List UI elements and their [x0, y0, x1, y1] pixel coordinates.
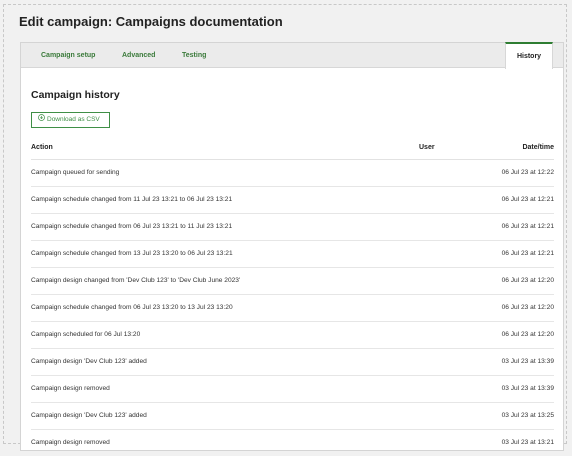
tab-testing[interactable]: Testing — [182, 43, 206, 68]
action-cell: Campaign schedule changed from 06 Jul 23… — [31, 304, 233, 311]
table-row: Campaign schedule changed from 06 Jul 23… — [31, 214, 554, 241]
datetime-cell: 06 Jul 23 at 12:22 — [501, 169, 554, 176]
table-row: Campaign design 'Dev Club 123' added 03 J… — [31, 349, 554, 376]
action-cell: Campaign design removed — [31, 439, 110, 446]
action-cell: Campaign design 'Dev Club 123' added — [31, 412, 147, 419]
action-cell: Campaign design changed from 'Dev Club 1… — [31, 277, 241, 284]
table-row: Campaign schedule changed from 13 Jul 23… — [31, 241, 554, 268]
history-table: Action User Date/time Campaign queued fo… — [31, 136, 554, 456]
download-circle-icon — [38, 113, 45, 127]
action-cell: Campaign schedule changed from 11 Jul 23… — [31, 196, 233, 203]
action-cell: Campaign design 'Dev Club 123' added — [31, 358, 147, 365]
table-header: Action User Date/time — [31, 136, 554, 160]
column-header-datetime: Date/time — [522, 144, 554, 151]
tab-history[interactable]: History — [505, 42, 553, 69]
action-cell: Campaign design removed — [31, 385, 110, 392]
action-cell: Campaign schedule changed from 13 Jul 23… — [31, 250, 233, 257]
table-row: Campaign queued for sending 06 Jul 23 at … — [31, 160, 554, 187]
datetime-cell: 03 Jul 23 at 13:39 — [501, 358, 554, 365]
action-cell: Campaign queued for sending — [31, 169, 120, 176]
action-cell: Campaign schedule changed from 06 Jul 23… — [31, 223, 233, 230]
datetime-cell: 06 Jul 23 at 12:20 — [501, 277, 554, 284]
datetime-cell: 06 Jul 23 at 12:20 — [501, 304, 554, 311]
datetime-cell: 03 Jul 23 at 13:21 — [501, 439, 554, 446]
tab-advanced[interactable]: Advanced — [122, 43, 155, 68]
table-row: Campaign design changed from 'Dev Club 1… — [31, 268, 554, 295]
column-header-user: User — [419, 144, 435, 151]
action-cell: Campaign scheduled for 06 Jul 13:20 — [31, 331, 141, 338]
section-title: Campaign history — [31, 89, 120, 101]
table-row: Campaign design removed 03 Jul 23 at 13:3… — [31, 376, 554, 403]
download-csv-label: Download as CSV — [47, 116, 100, 123]
table-body: Campaign queued for sending 06 Jul 23 at … — [31, 160, 554, 456]
table-row: Campaign schedule changed from 11 Jul 23… — [31, 187, 554, 214]
datetime-cell: 06 Jul 23 at 12:21 — [501, 250, 554, 257]
datetime-cell: 06 Jul 23 at 12:21 — [501, 223, 554, 230]
tab-campaign-setup[interactable]: Campaign setup — [41, 43, 95, 68]
column-header-action: Action — [31, 144, 53, 151]
campaign-panel: Campaign setup Advanced Testing History … — [20, 42, 564, 451]
table-row: Campaign scheduled for 06 Jul 13:20 06 Ju… — [31, 322, 554, 349]
page-frame: Edit campaign: Campaigns documentation C… — [3, 4, 567, 451]
datetime-cell: 06 Jul 23 at 12:21 — [501, 196, 554, 203]
datetime-cell: 03 Jul 23 at 13:25 — [501, 412, 554, 419]
table-row: Campaign design removed 03 Jul 23 at 13:2… — [31, 430, 554, 456]
table-row: Campaign design 'Dev Club 123' added 03 J… — [31, 403, 554, 430]
table-row: Campaign schedule changed from 06 Jul 23… — [31, 295, 554, 322]
page-title: Edit campaign: Campaigns documentation — [19, 14, 283, 29]
datetime-cell: 06 Jul 23 at 12:20 — [501, 331, 554, 338]
datetime-cell: 03 Jul 23 at 13:39 — [501, 385, 554, 392]
tab-bar: Campaign setup Advanced Testing History — [21, 42, 563, 69]
download-csv-button[interactable]: Download as CSV — [31, 112, 110, 128]
